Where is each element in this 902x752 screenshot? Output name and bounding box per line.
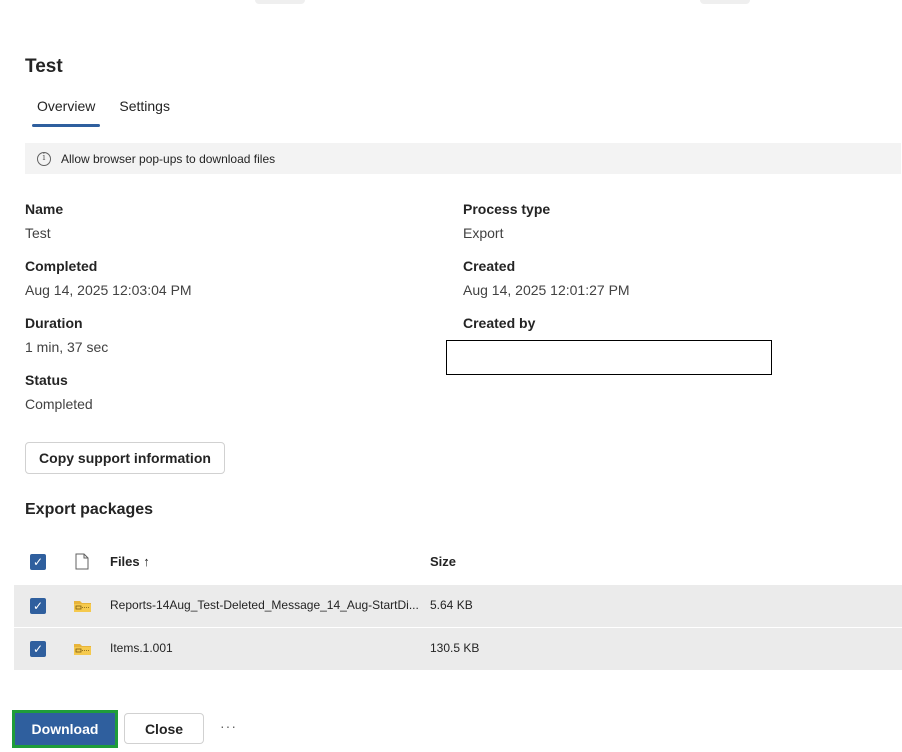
file-name[interactable]: Reports-14Aug_Test-Deleted_Message_14_Au… — [110, 598, 419, 612]
status-label: Status — [25, 372, 68, 388]
files-column-header[interactable]: Files ↑ — [110, 554, 150, 569]
popup-notice-text: Allow browser pop-ups to download files — [61, 151, 276, 166]
created-by-redacted-value — [446, 340, 772, 375]
table-header: ✓ Files ↑ Size — [14, 542, 902, 582]
tab-overview[interactable]: Overview — [32, 92, 101, 127]
more-options-icon[interactable]: ··· — [220, 718, 237, 734]
completed-value: Aug 14, 2025 12:03:04 PM — [25, 282, 192, 298]
completed-label: Completed — [25, 258, 98, 274]
tab-settings[interactable]: Settings — [114, 92, 175, 122]
duration-label: Duration — [25, 315, 83, 331]
file-size: 5.64 KB — [430, 598, 473, 612]
created-label: Created — [463, 258, 516, 274]
top-edge-shadow — [700, 0, 750, 4]
zip-folder-icon — [74, 644, 91, 655]
process-type-label: Process type — [463, 201, 551, 217]
created-by-label: Created by — [463, 315, 536, 331]
file-name[interactable]: Items.1.001 — [110, 641, 173, 655]
table-row[interactable]: ✓ Items.1.001 130.5 KB — [14, 628, 902, 670]
page-title: Test — [25, 56, 63, 77]
process-type-value: Export — [463, 225, 504, 241]
duration-value: 1 min, 37 sec — [25, 339, 109, 355]
status-value: Completed — [25, 396, 93, 412]
row-checkbox[interactable]: ✓ — [30, 598, 46, 614]
export-details-panel: Test Overview Settings i Allow browser p… — [0, 0, 902, 752]
export-packages-title: Export packages — [25, 501, 154, 518]
popup-notice-bar: i Allow browser pop-ups to download file… — [25, 143, 901, 174]
select-all-checkbox[interactable]: ✓ — [30, 554, 46, 570]
download-button[interactable]: Download — [15, 713, 115, 745]
name-value: Test — [25, 225, 51, 241]
close-button[interactable]: Close — [124, 713, 204, 744]
download-button-highlight: Download — [12, 710, 118, 748]
top-edge-shadow — [255, 0, 305, 4]
info-icon: i — [37, 151, 51, 166]
copy-support-info-button[interactable]: Copy support information — [25, 442, 225, 474]
zip-folder-icon — [74, 601, 91, 612]
table-row[interactable]: ✓ Reports-14Aug_Test-Deleted_Message_14_… — [14, 585, 902, 627]
file-icon — [75, 553, 89, 570]
created-value: Aug 14, 2025 12:01:27 PM — [463, 282, 630, 298]
tab-bar: Overview Settings — [32, 92, 189, 128]
row-checkbox[interactable]: ✓ — [30, 641, 46, 657]
name-label: Name — [25, 201, 64, 217]
file-size: 130.5 KB — [430, 641, 480, 655]
size-column-header[interactable]: Size — [430, 554, 456, 569]
